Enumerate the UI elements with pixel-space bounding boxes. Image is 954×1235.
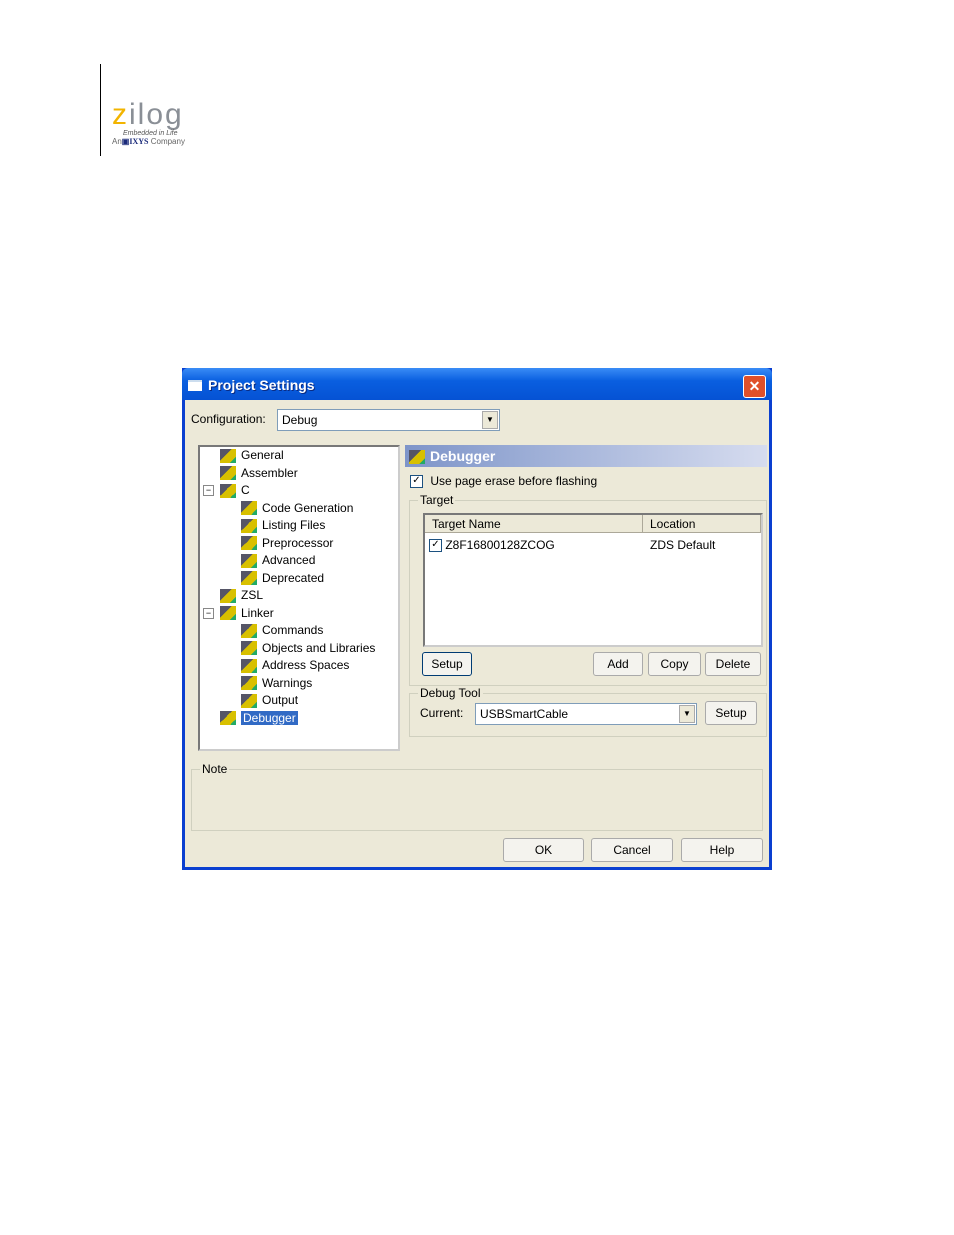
ok-button[interactable]: OK	[503, 838, 584, 862]
title-bar[interactable]: Project Settings ✕	[182, 368, 772, 400]
tree-item[interactable]: C	[220, 482, 250, 498]
tree-item[interactable]: ZSL	[220, 587, 263, 603]
chevron-down-icon[interactable]: ▼	[679, 705, 695, 723]
tree-item[interactable]: Advanced	[241, 552, 315, 568]
column-target-name[interactable]: Target Name	[425, 515, 643, 533]
chevron-down-icon[interactable]: ▼	[482, 411, 498, 429]
tree-item[interactable]: Code Generation	[241, 500, 353, 516]
settings-page-icon	[220, 588, 236, 603]
settings-page-icon	[220, 606, 236, 621]
cancel-button[interactable]: Cancel	[591, 838, 673, 862]
tree-item[interactable]: Output	[241, 692, 298, 708]
target-location: ZDS Default	[650, 538, 716, 552]
settings-page-icon	[241, 571, 257, 586]
tree-item[interactable]: Assembler	[220, 465, 298, 481]
zilog-logo: zilog Embedded in Life An▣IXYS Company	[112, 98, 185, 147]
tree-item[interactable]: Listing Files	[241, 517, 325, 533]
window-icon	[188, 380, 202, 391]
settings-page-icon	[241, 641, 257, 656]
settings-page-icon	[241, 501, 257, 516]
tree-item[interactable]: General	[220, 447, 284, 463]
settings-page-icon	[241, 623, 257, 638]
configuration-label: Configuration:	[191, 412, 266, 426]
dialog-title: Project Settings	[208, 377, 315, 393]
tree-item[interactable]: Debugger	[220, 710, 298, 726]
current-label: Current:	[420, 706, 464, 720]
target-setup-button[interactable]: Setup	[422, 652, 472, 676]
collapse-icon[interactable]: −	[203, 485, 214, 496]
debug-setup-button[interactable]: Setup	[705, 701, 757, 725]
checkbox-icon: ✓	[410, 475, 423, 489]
column-location[interactable]: Location	[643, 515, 761, 533]
settings-page-icon	[220, 448, 236, 463]
tree-item[interactable]: Linker	[220, 605, 274, 621]
tree-item[interactable]: Deprecated	[241, 570, 324, 586]
configuration-select[interactable]: Debug ▼	[277, 409, 500, 431]
margin-rule	[100, 64, 101, 156]
settings-page-icon	[241, 518, 257, 533]
help-button[interactable]: Help	[681, 838, 763, 862]
settings-page-icon	[220, 483, 236, 498]
target-list[interactable]: Target Name Location ✓ Z8F16800128ZCOG Z…	[423, 513, 763, 647]
settings-page-icon	[241, 553, 257, 568]
settings-page-icon	[220, 711, 236, 726]
debugger-icon	[409, 450, 425, 465]
tree-item[interactable]: Preprocessor	[241, 535, 333, 551]
debug-tool-select[interactable]: USBSmartCable ▼	[475, 703, 697, 725]
settings-page-icon	[220, 466, 236, 481]
add-button[interactable]: Add	[593, 652, 643, 676]
tree-item[interactable]: Address Spaces	[241, 657, 349, 673]
target-row[interactable]: ✓ Z8F16800128ZCOG	[429, 538, 555, 553]
tree-item[interactable]: Warnings	[241, 675, 312, 691]
settings-page-icon	[241, 658, 257, 673]
tree-item[interactable]: Objects and Libraries	[241, 640, 375, 656]
collapse-icon[interactable]: −	[203, 607, 214, 619]
delete-button[interactable]: Delete	[705, 652, 761, 676]
note-group: Note	[191, 762, 763, 831]
page-erase-checkbox[interactable]: ✓ Use page erase before flashing	[410, 474, 597, 489]
panel-header: Debugger	[405, 445, 767, 467]
target-checkbox[interactable]: ✓	[429, 539, 442, 553]
tree-item[interactable]: Commands	[241, 622, 323, 638]
settings-page-icon	[241, 676, 257, 691]
copy-button[interactable]: Copy	[648, 652, 701, 676]
close-button[interactable]: ✕	[743, 375, 766, 398]
settings-page-icon	[241, 693, 257, 708]
settings-page-icon	[241, 536, 257, 551]
